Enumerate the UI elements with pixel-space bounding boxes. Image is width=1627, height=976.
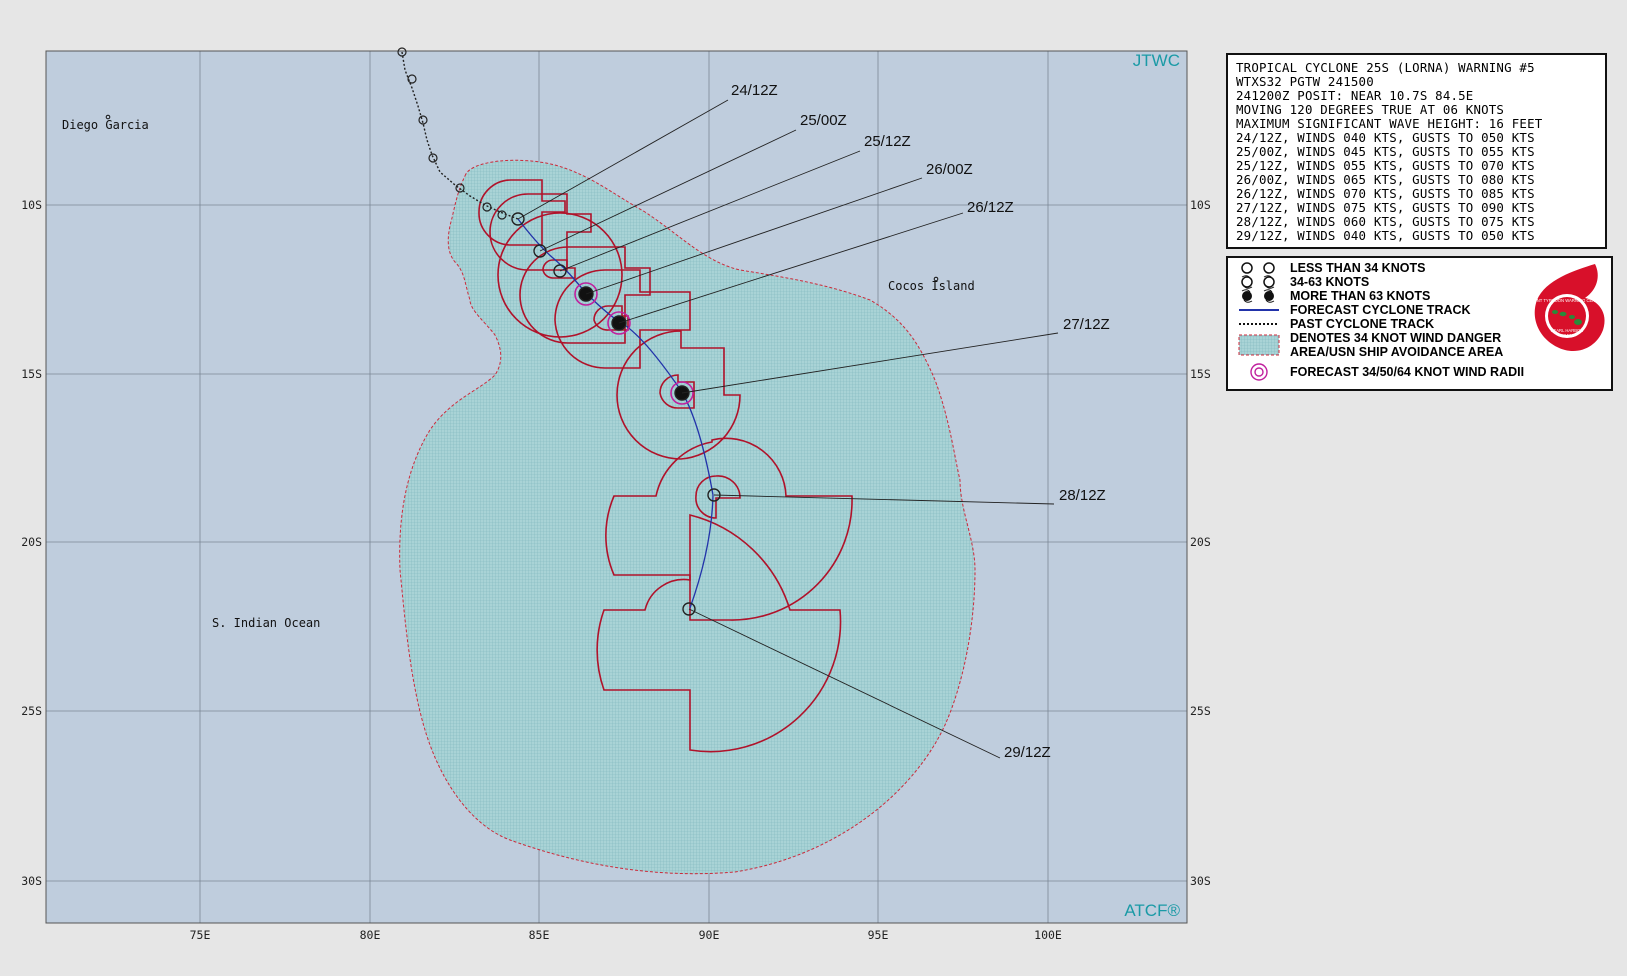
- lat-label-left: 15S: [21, 367, 42, 381]
- legend-wind-radii-label: FORECAST 34/50/64 KNOT WIND RADII: [1290, 365, 1525, 379]
- past-line-icon: [1239, 323, 1279, 325]
- legend-forecast-track-label: FORECAST CYCLONE TRACK: [1290, 303, 1471, 317]
- legend-danger-area: [1234, 331, 1282, 359]
- lat-label-right: 30S: [1190, 874, 1211, 888]
- warning-line: 28/12Z, WINDS 060 KTS, GUSTS TO 075 KTS: [1236, 214, 1535, 229]
- hurricane-symbol-icon: [1241, 289, 1275, 303]
- lat-label-right: 25S: [1190, 704, 1211, 718]
- danger-area-swatch-icon: [1238, 334, 1280, 356]
- forecast-time-label: 27/12Z: [1063, 316, 1110, 333]
- warning-line: 24/12Z, WINDS 040 KTS, GUSTS TO 050 KTS: [1236, 130, 1535, 145]
- lon-label: 90E: [699, 928, 720, 942]
- place-name: S. Indian Ocean: [212, 616, 320, 630]
- forecast-time-label: 26/00Z: [926, 161, 973, 178]
- warning-line: 26/12Z, WINDS 070 KTS, GUSTS TO 085 KTS: [1236, 186, 1535, 201]
- lon-label: 85E: [529, 928, 550, 942]
- lat-label-right: 20S: [1190, 535, 1211, 549]
- place-name: Diego Garcia: [62, 118, 149, 132]
- legend-less-34: LESS THAN 34 KNOTS: [1234, 261, 1425, 275]
- forecast-line-icon: [1239, 309, 1279, 311]
- atcf-mark: ATCF®: [1124, 901, 1180, 920]
- warning-line: 29/12Z, WINDS 040 KTS, GUSTS TO 050 KTS: [1236, 228, 1535, 243]
- forecast-time-label: 29/12Z: [1004, 744, 1051, 761]
- warning-line: 25/00Z, WINDS 045 KTS, GUSTS TO 055 KTS: [1236, 144, 1535, 159]
- forecast-time-label: 26/12Z: [967, 199, 1014, 216]
- lon-label: 80E: [360, 928, 381, 942]
- warning-line: 241200Z POSIT: NEAR 10.7S 84.5E: [1236, 88, 1474, 103]
- wind-radii-icon: [1250, 363, 1268, 381]
- lon-label: 95E: [868, 928, 889, 942]
- place-name: Cocos Island: [888, 279, 975, 293]
- lat-label-left: 20S: [21, 535, 42, 549]
- legend-past-track-label: PAST CYCLONE TRACK: [1290, 317, 1435, 331]
- legend-34-63: 34-63 KNOTS: [1234, 275, 1369, 289]
- legend-less-34-label: LESS THAN 34 KNOTS: [1290, 261, 1426, 275]
- forecast-time-label: 25/12Z: [864, 133, 911, 150]
- lon-label: 75E: [190, 928, 211, 942]
- forecast-time-label: 24/12Z: [731, 82, 778, 99]
- warning-line: 27/12Z, WINDS 075 KTS, GUSTS TO 090 KTS: [1236, 200, 1535, 215]
- warning-line: 25/12Z, WINDS 055 KTS, GUSTS TO 070 KTS: [1236, 158, 1535, 173]
- logo-state-text: HAWAII: [1560, 333, 1575, 338]
- warning-text-box: TROPICAL CYCLONE 25S (LORNA) WARNING #5 W…: [1226, 53, 1607, 249]
- lat-label-left: 30S: [21, 874, 42, 888]
- warning-line: MOVING 120 DEGREES TRUE AT 06 KNOTS: [1236, 102, 1505, 117]
- warning-line: TROPICAL CYCLONE 25S (LORNA) WARNING #5: [1236, 60, 1535, 75]
- legend-danger-line2: AREA/USN SHIP AVOIDANCE AREA: [1290, 345, 1504, 359]
- lat-label-right: 10S: [1190, 198, 1211, 212]
- legend-34-63-label: 34-63 KNOTS: [1290, 275, 1370, 289]
- lat-label-right: 15S: [1190, 367, 1211, 381]
- forecast-time-label: 28/12Z: [1059, 487, 1106, 504]
- lat-label-left: 10S: [21, 198, 42, 212]
- warning-line: 26/00Z, WINDS 065 KTS, GUSTS TO 080 KTS: [1236, 172, 1535, 187]
- forecast-time-label: 25/00Z: [800, 112, 847, 129]
- warning-line: WTXS32 PGTW 241500: [1236, 74, 1374, 89]
- logo-title-text: JOINT TYPHOON WARNING CENTER: [1530, 298, 1603, 303]
- legend-wind-radii: FORECAST 34/50/64 KNOT WIND RADII: [1234, 362, 1524, 382]
- warning-line: MAXIMUM SIGNIFICANT WAVE HEIGHT: 16 FEET: [1236, 116, 1543, 131]
- legend-more-63-label: MORE THAN 63 KNOTS: [1290, 289, 1431, 303]
- jtwc-mark: JTWC: [1133, 51, 1180, 70]
- storm-symbol-icon: [1241, 275, 1275, 289]
- legend-forecast-track: FORECAST CYCLONE TRACK: [1234, 303, 1471, 317]
- legend-past-track: PAST CYCLONE TRACK: [1234, 317, 1434, 331]
- legend-more-63: MORE THAN 63 KNOTS: [1234, 289, 1430, 303]
- open-circle-symbol-icon: [1241, 262, 1275, 274]
- legend-danger-line1: DENOTES 34 KNOT WIND DANGER: [1290, 331, 1502, 345]
- lon-label: 100E: [1034, 928, 1062, 942]
- jtwc-logo: JOINT TYPHOON WARNING CENTER PEARL HARBO…: [1530, 264, 1605, 352]
- lat-label-left: 25S: [21, 704, 42, 718]
